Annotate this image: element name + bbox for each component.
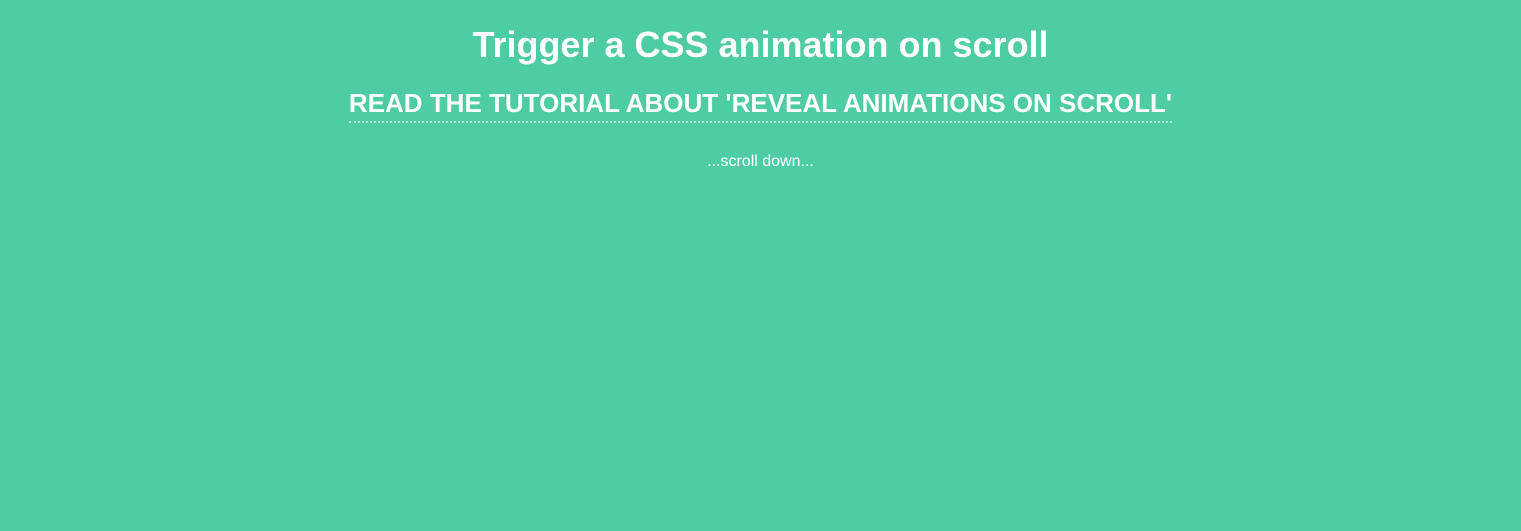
page-title: Trigger a CSS animation on scroll bbox=[0, 24, 1521, 66]
tutorial-link[interactable]: READ THE TUTORIAL ABOUT 'REVEAL ANIMATIO… bbox=[349, 88, 1172, 123]
scroll-hint-text: ...scroll down... bbox=[0, 153, 1521, 171]
